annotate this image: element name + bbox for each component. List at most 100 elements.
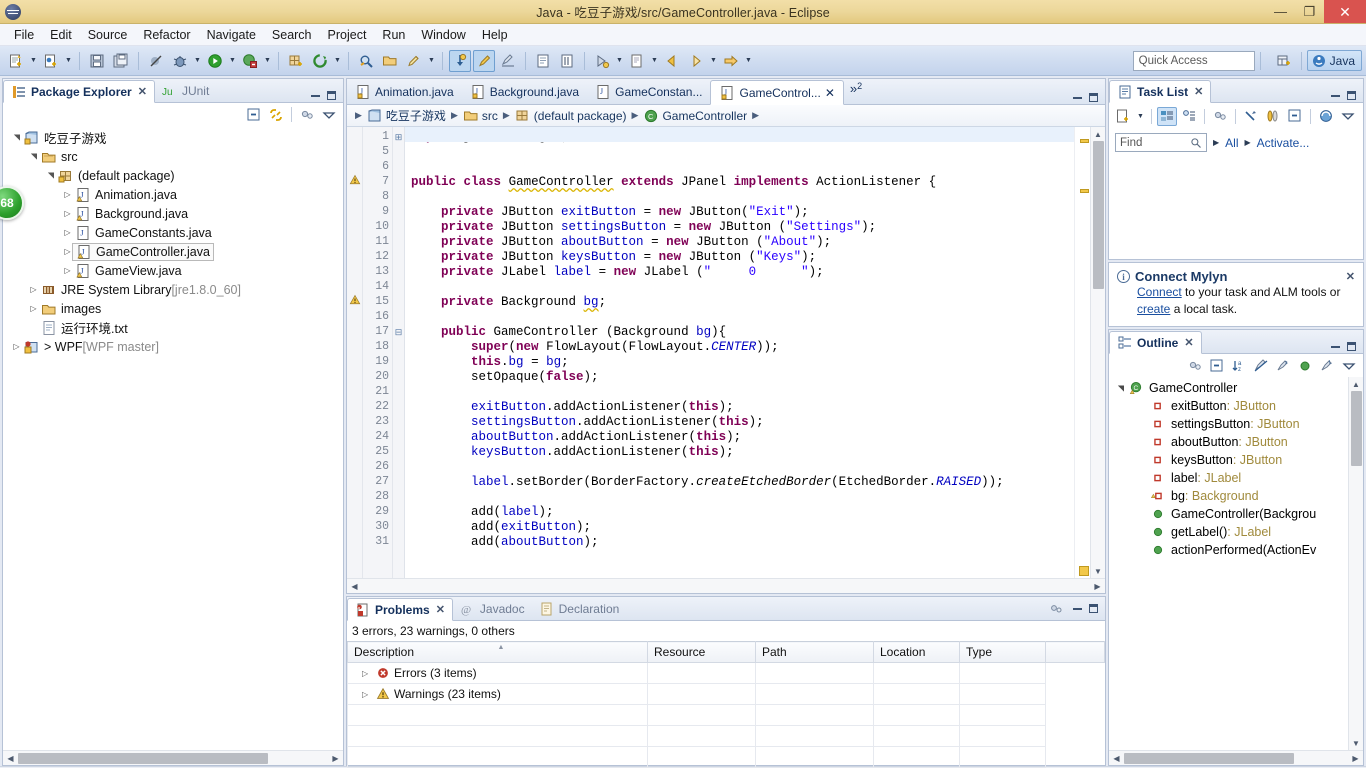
hscroll-thumb[interactable]: [1124, 752, 1294, 764]
code-line[interactable]: exitButton.addActionListener(this);: [411, 400, 1074, 415]
outline-item-bg[interactable]: bg : Background: [1109, 487, 1348, 505]
collapse-twisty-icon[interactable]: ◢: [12, 130, 21, 145]
next-arrow-dropdown-icon[interactable]: ▼: [743, 50, 754, 72]
package-explorer-tree[interactable]: ◢ 吃豆子游戏 ◢ src ◢ (default package) ▷ J Animation.…: [3, 126, 343, 750]
open-type-dropdown-icon[interactable]: ▼: [332, 50, 343, 72]
debug-dropdown-icon[interactable]: ▼: [192, 50, 203, 72]
view-menu-icon[interactable]: [1339, 356, 1359, 375]
source-code[interactable]: import javax.swing.*; public class GameC…: [405, 127, 1074, 550]
editor-tab-gameconstants[interactable]: J GameConstan...: [587, 79, 710, 104]
expand-twisty-icon[interactable]: ▷: [60, 190, 75, 199]
open-task-icon[interactable]: [379, 50, 401, 72]
code-line[interactable]: [411, 190, 1074, 205]
code-line[interactable]: public class GameController extends JPan…: [411, 175, 1074, 190]
schedule-icon[interactable]: [1179, 107, 1199, 126]
outline-tree[interactable]: ◢ C GameController exitButton : JButton sett…: [1109, 377, 1348, 750]
save-icon[interactable]: [86, 50, 108, 72]
filter-all-link[interactable]: All: [1225, 136, 1238, 150]
edit-icon[interactable]: [403, 50, 425, 72]
tab-javadoc[interactable]: @ Javadoc: [453, 597, 532, 620]
code-line[interactable]: [411, 385, 1074, 400]
scroll-down-icon[interactable]: ▼: [1094, 564, 1102, 578]
maximize-view-icon[interactable]: [1347, 91, 1356, 100]
tree-item-gamecontroller-java[interactable]: ▷ J GameController.java: [3, 242, 343, 261]
new-document-dropdown-icon[interactable]: ▼: [649, 50, 660, 72]
view-menu-icon[interactable]: [319, 105, 339, 124]
hide-local-icon[interactable]: [1295, 356, 1315, 375]
close-icon[interactable]: ✕: [1346, 270, 1355, 283]
overview-ruler[interactable]: [1074, 127, 1090, 578]
marker-gutter[interactable]: [347, 127, 363, 578]
column-resource[interactable]: Resource: [647, 641, 756, 663]
expand-twisty-icon[interactable]: ▷: [362, 669, 372, 678]
activate-chevron-icon[interactable]: ▶: [1245, 138, 1251, 147]
filter-completed-icon[interactable]: [1241, 107, 1261, 126]
breadcrumb-class[interactable]: GameController: [662, 109, 747, 123]
outline-item-keysbutton[interactable]: keysButton : JButton: [1109, 451, 1348, 469]
fold-minus-icon[interactable]: ⊟: [393, 325, 404, 340]
breadcrumb-project[interactable]: 吃豆子游戏: [386, 107, 446, 124]
scroll-left-icon[interactable]: ◀: [1109, 754, 1124, 763]
menu-search[interactable]: Search: [264, 26, 320, 44]
maximize-editor-icon[interactable]: [1089, 93, 1098, 102]
expand-twisty-icon[interactable]: ▷: [26, 304, 41, 313]
tree-item-src[interactable]: ◢ src: [3, 147, 343, 166]
search-icon[interactable]: [355, 50, 377, 72]
tree-item-gameview-java[interactable]: ▷ J GameView.java: [3, 261, 343, 280]
tree-item-animation-java[interactable]: ▷ J Animation.java: [3, 185, 343, 204]
maximize-view-icon[interactable]: [1089, 604, 1098, 613]
minimize-view-icon[interactable]: [1331, 94, 1340, 97]
outline-item-settingsbutton[interactable]: settingsButton : JButton: [1109, 415, 1348, 433]
new-task-dropdown-icon[interactable]: ▼: [1135, 105, 1146, 127]
search-icon[interactable]: [1190, 137, 1202, 149]
synchronize-icon[interactable]: [1316, 107, 1336, 126]
warning-marker-icon[interactable]: [347, 292, 362, 307]
hide-static-icon[interactable]: [1251, 356, 1271, 375]
focus-icon[interactable]: [1210, 107, 1230, 126]
editor-tab-animation[interactable]: J Animation.java: [347, 79, 462, 104]
menu-edit[interactable]: Edit: [42, 26, 80, 44]
forward-icon[interactable]: [685, 50, 707, 72]
code-line[interactable]: add(aboutButton);: [411, 535, 1074, 550]
toggle-mark-occurrences-icon[interactable]: [532, 50, 554, 72]
scroll-right-icon[interactable]: ▶: [328, 754, 343, 763]
hide-nonpublic-icon[interactable]: s: [1273, 356, 1293, 375]
close-icon[interactable]: ✕: [138, 85, 147, 98]
menu-run[interactable]: Run: [374, 26, 413, 44]
new-java-class-icon[interactable]: [40, 50, 62, 72]
scroll-right-icon[interactable]: ▶: [1348, 754, 1363, 763]
menu-project[interactable]: Project: [320, 26, 375, 44]
outline-hscrollbar[interactable]: ◀ ▶: [1109, 750, 1363, 765]
more-editor-tabs-button[interactable]: » 2: [844, 79, 868, 104]
tree-item-gameconstants-java[interactable]: ▷ J GameConstants.java: [3, 223, 343, 242]
code-line[interactable]: [411, 310, 1074, 325]
menu-file[interactable]: File: [6, 26, 42, 44]
code-line[interactable]: public GameController (Background bg){: [411, 325, 1074, 340]
code-line[interactable]: [411, 490, 1074, 505]
quick-access-input[interactable]: Quick Access: [1132, 50, 1255, 71]
collapse-all-icon[interactable]: [1285, 107, 1305, 126]
forward-dropdown-icon[interactable]: ▼: [708, 50, 719, 72]
menu-refactor[interactable]: Refactor: [135, 26, 198, 44]
coverage-icon[interactable]: [239, 50, 261, 72]
outline-item-actionperformed-actionev[interactable]: actionPerformed(ActionEv: [1109, 541, 1348, 559]
external-tools-dropdown-icon[interactable]: ▼: [614, 50, 625, 72]
focus-on-active-task-icon[interactable]: [297, 105, 317, 124]
categorize-icon[interactable]: [1157, 106, 1177, 126]
tree-item-wpf[interactable]: ▷ > WPF [WPF master]: [3, 337, 343, 356]
minimize-view-icon[interactable]: [1073, 607, 1082, 610]
mylyn-connect-link[interactable]: Connect: [1137, 285, 1182, 299]
save-all-icon[interactable]: [110, 50, 132, 72]
code-line[interactable]: private Background bg;: [411, 295, 1074, 310]
problems-description-cell[interactable]: ▷ Errors (3 items): [347, 662, 648, 684]
tree-item-txt[interactable]: 运行环境.txt: [3, 318, 343, 337]
back-icon[interactable]: [661, 50, 683, 72]
outline-item-label[interactable]: label : JLabel: [1109, 469, 1348, 487]
breadcrumb-src[interactable]: src: [482, 109, 498, 123]
next-arrow-icon[interactable]: [720, 50, 742, 72]
code-line[interactable]: super(new FlowLayout(FlowLayout.CENTER))…: [411, 340, 1074, 355]
last-edit-location-icon[interactable]: [497, 50, 519, 72]
problems-description-cell[interactable]: ▷ Warnings (23 items): [347, 683, 648, 705]
code-line[interactable]: [411, 145, 1074, 160]
maximize-view-icon[interactable]: [327, 91, 336, 100]
